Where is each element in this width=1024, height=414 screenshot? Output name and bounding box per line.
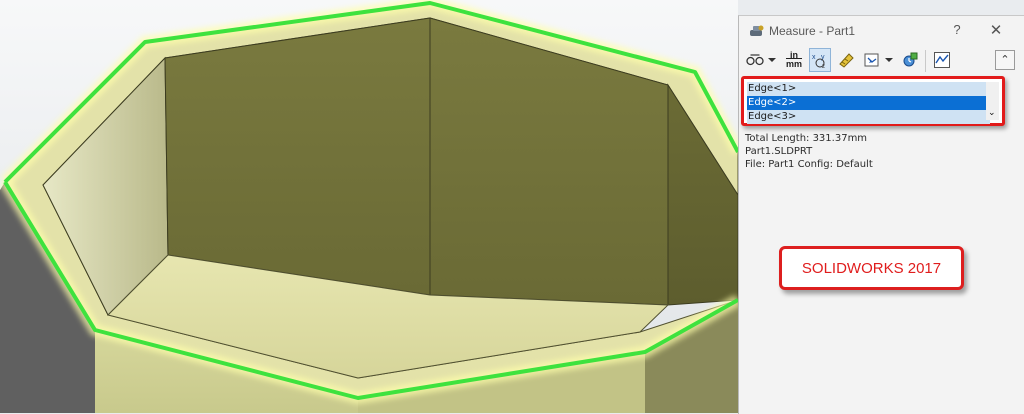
part-model-view[interactable]	[0, 0, 738, 413]
dialog-titlebar[interactable]: Measure - Part1 ? ✕	[739, 16, 1024, 46]
inner-wall-back-left	[164, 17, 431, 296]
toolbar-separator	[925, 50, 926, 72]
measure-dialog: Measure - Part1 ? ✕ in mm xyz ⌃ Edge<1> …	[738, 15, 1024, 414]
version-callout: SOLIDWORKS 2017	[779, 246, 964, 290]
projected-on-icon[interactable]	[861, 48, 883, 72]
close-button[interactable]: ✕	[989, 21, 1003, 39]
create-sensor-icon[interactable]	[931, 48, 953, 72]
collapse-button[interactable]: ⌃	[995, 50, 1015, 70]
scroll-down-icon[interactable]: ⌄	[988, 107, 996, 118]
svg-text:z: z	[822, 64, 825, 69]
arc-circle-options-icon[interactable]	[745, 48, 765, 72]
selection-item-edge-3[interactable]: Edge<3>	[747, 110, 990, 124]
version-callout-text: SOLIDWORKS 2017	[801, 259, 942, 277]
svg-text:x: x	[812, 54, 816, 61]
result-file-config: File: Part1 Config: Default	[745, 159, 873, 170]
units-bottom-label: mm	[785, 59, 802, 69]
selection-list-box[interactable]: Edge<1> Edge<2> Edge<3> ⌄	[741, 76, 1005, 126]
measure-tool-icon	[750, 25, 764, 36]
measure-results: Total Length: 331.37mm Part1.SLDPRT File…	[745, 132, 873, 171]
projected-dropdown-icon[interactable]	[884, 48, 894, 72]
arc-options-dropdown-icon[interactable]	[767, 48, 777, 72]
help-button[interactable]: ?	[951, 22, 963, 37]
dialog-title: Measure - Part1	[769, 24, 856, 38]
xyz-measure-icon[interactable]: xyz	[809, 48, 831, 72]
result-file-name: Part1.SLDPRT	[745, 146, 813, 157]
selection-item-edge-1[interactable]: Edge<1>	[747, 82, 990, 96]
point-to-point-icon[interactable]	[835, 48, 857, 72]
measurement-history-icon[interactable]	[899, 48, 921, 72]
measure-toolbar: in mm xyz ⌃	[739, 46, 1024, 76]
selection-scrollbar[interactable]: ⌄	[986, 82, 999, 120]
graphics-area[interactable]	[0, 0, 738, 413]
selection-list[interactable]: Edge<1> Edge<2> Edge<3>	[747, 82, 990, 124]
units-precision-icon[interactable]: in mm	[783, 48, 805, 72]
result-total-length: Total Length: 331.37mm	[745, 133, 868, 144]
selection-item-edge-2[interactable]: Edge<2>	[747, 96, 990, 110]
